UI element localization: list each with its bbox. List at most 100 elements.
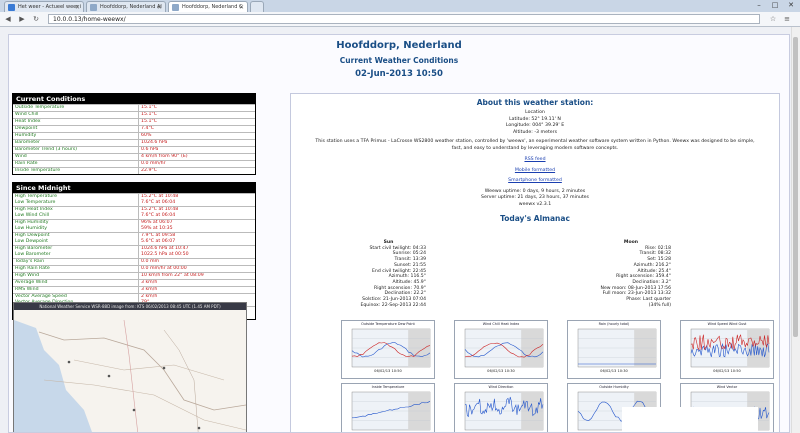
row-label: Low Dewpoint xyxy=(15,239,49,244)
row-label: Low Temperature xyxy=(15,200,56,205)
star-icon[interactable]: ☆ xyxy=(768,14,778,24)
window-close-icon[interactable]: ✕ xyxy=(784,0,798,10)
blank-box xyxy=(622,407,758,432)
row-values: 3 km/h xyxy=(139,287,255,293)
graph-xlabel: 06/02/13 10:50 xyxy=(713,369,741,373)
close-icon[interactable]: ✕ xyxy=(157,2,162,12)
menu-icon[interactable]: ≡ xyxy=(782,14,792,24)
row-label: Today's Rain xyxy=(15,259,45,264)
row-label: Heat Index xyxy=(13,119,139,125)
graph-title: Rain (hourly total) xyxy=(598,322,630,326)
row-label: Wind xyxy=(13,154,139,160)
since-midnight-table: Since Midnight High Temperature Low Tempe… xyxy=(12,182,256,320)
row-value: 0.0 mm/hr at 00:00 xyxy=(141,266,187,271)
station-description-2: fast, and easy to understand by leveragi… xyxy=(451,145,619,151)
favicon-icon xyxy=(8,4,15,11)
table-row: High Temperature Low Temperature 15.2°C at… xyxy=(13,193,255,206)
url-input[interactable]: 10.0.0.13/home-weewx/ xyxy=(48,14,760,24)
row-label: High Rain Rate xyxy=(15,266,50,271)
table-row: High Barometer Low Barometer 1024.6 hPa at… xyxy=(13,245,255,258)
row-values: 3 km/h xyxy=(139,280,255,286)
page-title: Hoofddorp, Nederland xyxy=(336,40,462,51)
row-values: 15.2°C at 10:48 7.6°C at 06:04 xyxy=(139,207,255,219)
row-label: Dewpoint xyxy=(13,126,139,132)
table-row: Outside Temperature 15.1°C xyxy=(13,104,255,111)
section-title: Current Conditions xyxy=(13,94,255,104)
table-row: Wind 4 km/h from 90° (E) xyxy=(13,153,255,160)
row-value: 5.6°C at 06:07 xyxy=(141,239,176,244)
row-value: 3 km/h xyxy=(141,280,158,285)
close-icon[interactable]: ✕ xyxy=(239,2,244,12)
table-row: High Dewpoint Low Dewpoint 7.9°C at 09:58 5… xyxy=(13,232,255,245)
table-row: Barometer 1024.6 hPa xyxy=(13,139,255,146)
web-page: Hoofddorp, Nederland Current Weather Con… xyxy=(8,34,790,433)
row-value: 15.1°C xyxy=(141,105,158,110)
graph-xlabel: 06/02/13 10:30 xyxy=(600,369,628,373)
row-label: RMS Wind xyxy=(15,287,39,292)
table-row: Dewpoint 7.4°C xyxy=(13,125,255,132)
current-conditions-table: Current Conditions Outside Temperature 15… xyxy=(12,93,256,175)
row-values: 10 km/h from 22° at 08:09 xyxy=(139,273,255,279)
row-labels: High Wind xyxy=(13,273,139,279)
row-label: Rain Rate xyxy=(13,161,139,167)
tab-title: Hoofddorp, Nederland C xyxy=(182,4,243,10)
row-values: 15.2°C at 10:48 7.6°C at 06:04 xyxy=(139,194,255,206)
row-value: 4 km/h from 90° (E) xyxy=(141,154,188,159)
table-row: Average Wind 3 km/h xyxy=(13,279,255,286)
row-label: Barometer Trend (3 hours) xyxy=(13,147,139,153)
graph-2: Wind Chill Heat Index 06/02/13 10:30 xyxy=(454,320,548,379)
table-row: Rain Rate 0.0 mm/hr xyxy=(13,160,255,167)
new-tab-button[interactable] xyxy=(250,1,264,12)
table-row: Humidity 60% xyxy=(13,132,255,139)
row-value: 59% at 10:35 xyxy=(141,226,173,231)
table-row: High Heat Index Low Wind Chill 15.2°C at 1… xyxy=(13,206,255,219)
altitude: Altitude: -3 meters xyxy=(512,129,558,135)
table-row: High Humidity Low Humidity 96% at 06:07 59%… xyxy=(13,219,255,232)
map-caption: National Weather Service WSR-88D image f… xyxy=(14,303,246,310)
rss-feed-link[interactable]: RSS feed xyxy=(291,157,779,164)
reload-icon[interactable]: ↻ xyxy=(31,14,41,24)
row-label: Low Wind Chill xyxy=(15,213,50,218)
maximize-icon[interactable]: □ xyxy=(768,0,782,10)
table-row: Today's Rain 0.0 mm xyxy=(13,258,255,265)
graph-title: Wind Vector xyxy=(716,385,738,389)
table-row: Wind Chill 15.1°C xyxy=(13,111,255,118)
row-value: 15.1°C xyxy=(141,112,158,117)
row-value: 22.9°C xyxy=(141,168,158,173)
sun-almanac: Sun Start civil twilight: 04:33 Sunrise: … xyxy=(351,240,426,308)
tab-current[interactable]: Hoofddorp, Nederland C ✕ xyxy=(168,1,248,12)
row-values: 7.9°C at 09:58 5.6°C at 06:07 xyxy=(139,233,255,245)
scrollbar-thumb[interactable] xyxy=(793,37,798,337)
close-icon[interactable]: ✕ xyxy=(75,2,80,12)
row-label: Humidity xyxy=(13,133,139,139)
tab-almanac[interactable]: Hoofddorp, Nederland Al ✕ xyxy=(86,1,166,12)
graph-xlabel: 06/02/13 10:50 xyxy=(374,369,402,373)
tab-het-weer[interactable]: Het weer - Actueel weer i ✕ xyxy=(4,1,84,12)
row-labels: Average Wind xyxy=(13,280,139,286)
graph-title: Outside Humidity xyxy=(599,385,629,389)
row-labels: High Rain Rate xyxy=(13,266,139,272)
mobile-link[interactable]: Mobile formatted xyxy=(291,168,779,175)
smartphone-link[interactable]: Smartphone formatted xyxy=(291,178,779,185)
row-value: 0.6 hPa xyxy=(141,147,159,152)
row-labels: High Dewpoint Low Dewpoint xyxy=(13,233,139,245)
forward-icon[interactable]: ▶ xyxy=(17,14,27,24)
graph-4: Wind Speed Wind Gust 06/02/13 10:50 xyxy=(680,320,774,379)
vertical-scrollbar[interactable] xyxy=(791,27,800,433)
sun-almanac-row: Equinox: 22-Sep-2013 22:44 xyxy=(360,302,426,308)
page-date: 02-Jun-2013 10:50 xyxy=(355,69,443,79)
graph-title: Inside Temperature xyxy=(371,385,405,389)
row-value: 0.0 mm/hr xyxy=(141,161,166,166)
row-value: 1022.5 hPa at 00:50 xyxy=(141,252,189,257)
minimize-icon[interactable]: – xyxy=(752,0,766,10)
row-value: 10 km/h from 22° at 08:09 xyxy=(141,273,204,278)
graph-title: Wind Direction xyxy=(488,385,514,389)
sun-almanac-row: Solstice: 21-Jun-2013 07:04 xyxy=(362,297,426,303)
almanac-title: Today's Almanac xyxy=(500,214,570,223)
graph-xlabel: 06/02/13 10:30 xyxy=(487,369,515,373)
table-row: RMS Wind 3 km/h xyxy=(13,286,255,293)
row-label: Average Wind xyxy=(15,280,48,285)
row-labels: Today's Rain xyxy=(13,259,139,265)
back-icon[interactable]: ◀ xyxy=(3,14,13,24)
row-value: 0.0 mm xyxy=(141,259,160,264)
